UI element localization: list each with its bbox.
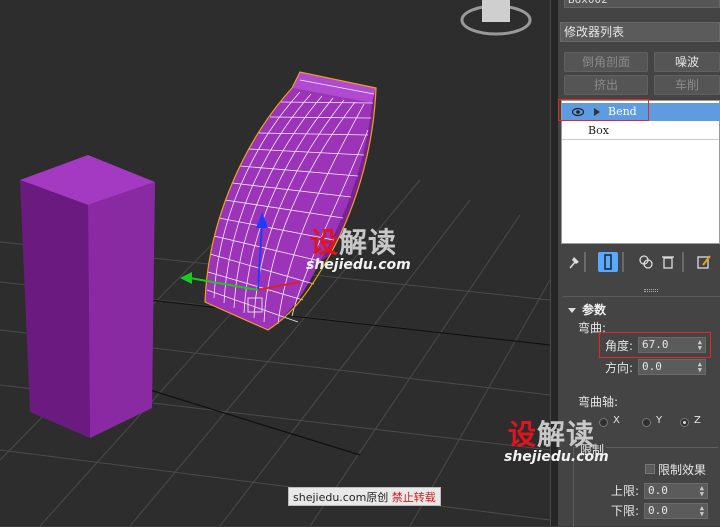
- collapse-arrow-icon: [568, 308, 576, 313]
- trash-icon[interactable]: [658, 252, 678, 272]
- spinner-arrows-icon[interactable]: ▲ ▼: [700, 505, 704, 518]
- make-unique-icon[interactable]: [636, 252, 656, 272]
- highlight-box-bend: [558, 99, 649, 121]
- copyright-warning: 禁止转载: [391, 491, 436, 504]
- bent-box-object: [204, 71, 377, 331]
- stack-divider: [562, 139, 719, 140]
- lathe-button[interactable]: 车削: [654, 75, 720, 95]
- limit-effect-checkbox[interactable]: [645, 464, 655, 474]
- parameters-rollout-header[interactable]: 参数: [568, 301, 606, 318]
- copyright-notice: shejiedu.com原创 禁止转载: [288, 487, 441, 506]
- parameters-title: 参数: [582, 303, 607, 317]
- perspective-viewport[interactable]: 设解读 shejiedu.com shejiedu.com原创 禁止转载: [0, 0, 550, 526]
- watermark-url: shejiedu.com: [306, 257, 411, 273]
- viewcube-icon[interactable]: [460, 0, 532, 46]
- spinner-arrows-icon[interactable]: ▲ ▼: [698, 361, 702, 374]
- lower-limit-label: 下限:: [611, 504, 640, 518]
- watermark-logo-main-2: 设: [508, 418, 538, 451]
- configure-sets-icon[interactable]: [694, 252, 714, 272]
- spinner-arrows-icon[interactable]: ▲ ▼: [700, 485, 704, 498]
- axis-x-label: X: [613, 415, 620, 426]
- noise-button[interactable]: 噪波: [654, 52, 720, 72]
- watermark-logo: 设解读 shejiedu.com: [306, 226, 411, 273]
- watermark-logo-main: 设: [310, 226, 340, 259]
- viewport-scene[interactable]: [0, 0, 550, 526]
- direction-spinner[interactable]: 0.0 ▲ ▼: [638, 359, 706, 375]
- stack-toolbar: [558, 252, 720, 272]
- watermark-logo-rest: 解读: [339, 226, 398, 259]
- lower-limit-spinner[interactable]: 0.0 ▲ ▼: [644, 503, 708, 519]
- upper-limit-spinner[interactable]: 0.0 ▲ ▼: [644, 483, 708, 499]
- grid-axis: [149, 299, 550, 456]
- upper-limit-value: 0.0: [648, 484, 668, 497]
- axis-z-label: Z: [694, 415, 701, 426]
- parameters-rollout: 参数 弯曲: 角度: 67.0 ▲ ▼ 方向: 0.0 ▲ ▼ 弯曲轴: X Y Z…: [563, 296, 720, 527]
- angle-label: 角度:: [605, 339, 634, 353]
- chamfer-profile-button[interactable]: 倒角剖面: [564, 52, 648, 72]
- stack-item-box[interactable]: Box: [588, 123, 609, 139]
- angle-spinner[interactable]: 67.0 ▲ ▼: [638, 337, 706, 353]
- extrude-button[interactable]: 挤出: [564, 75, 648, 95]
- object-name-field[interactable]: Box002: [564, 0, 720, 8]
- show-end-result-icon[interactable]: [598, 252, 618, 272]
- watermark-url-2: shejiedu.com: [504, 449, 609, 465]
- copyright-site: shejiedu.com原创: [293, 491, 389, 504]
- modifier-list-dropdown[interactable]: 修改器列表: [560, 22, 720, 42]
- upper-limit-label: 上限:: [611, 484, 640, 498]
- rollout-separator[interactable]: [644, 289, 658, 292]
- watermark-logo-panel: 设解读 shejiedu.com: [504, 418, 609, 465]
- box-object: [20, 155, 155, 438]
- limit-effect-label: 限制效果: [658, 463, 707, 477]
- lower-limit-value: 0.0: [648, 504, 668, 517]
- direction-value: 0.0: [642, 360, 662, 373]
- axis-y-radio[interactable]: [642, 418, 651, 427]
- bend-axis-group-label: 弯曲轴:: [578, 395, 619, 409]
- angle-value: 67.0: [642, 338, 669, 351]
- spinner-arrows-icon[interactable]: ▲ ▼: [698, 339, 702, 352]
- direction-label: 方向:: [605, 361, 634, 375]
- axis-y-label: Y: [656, 415, 663, 426]
- pin-stack-icon[interactable]: [564, 252, 584, 272]
- modifier-stack[interactable]: Bend Box: [558, 99, 720, 244]
- watermark-logo-rest-2: 解读: [537, 418, 596, 451]
- axis-z-radio[interactable]: [680, 418, 689, 427]
